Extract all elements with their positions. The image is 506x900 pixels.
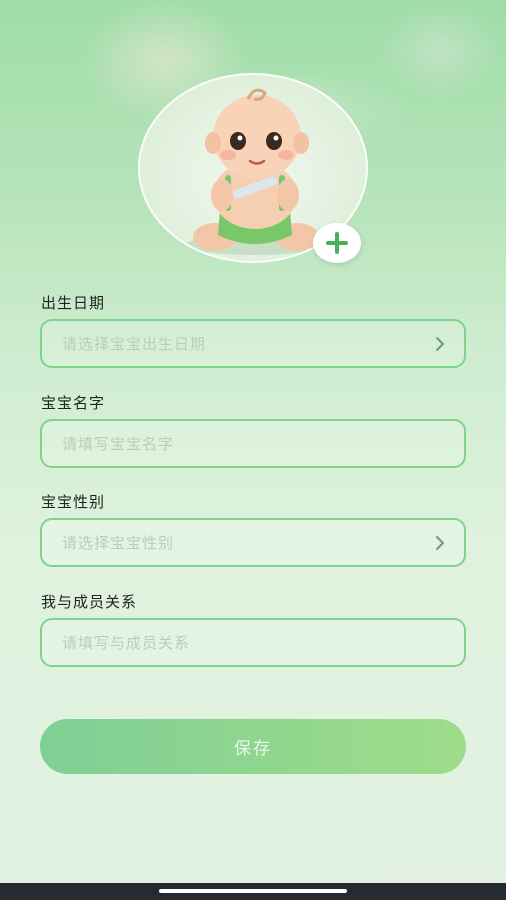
birth-date-input[interactable] <box>62 334 434 353</box>
plus-icon <box>326 232 348 254</box>
birth-date-field[interactable] <box>40 319 466 368</box>
save-button[interactable]: 保存 <box>40 719 466 774</box>
home-indicator[interactable] <box>159 889 347 893</box>
baby-name-field[interactable] <box>40 419 466 468</box>
chevron-right-icon <box>436 535 444 550</box>
chevron-right-icon <box>436 336 444 351</box>
baby-gender-label: 宝宝性别 <box>41 493 106 511</box>
baby-name-label: 宝宝名字 <box>41 394 106 412</box>
relationship-label: 我与成员关系 <box>41 593 138 611</box>
baby-gender-input[interactable] <box>62 533 434 552</box>
relationship-field[interactable] <box>40 618 466 667</box>
avatar-section <box>138 73 368 263</box>
relationship-input[interactable] <box>62 633 446 652</box>
baby-gender-field[interactable] <box>40 518 466 567</box>
birth-date-label: 出生日期 <box>41 294 106 312</box>
add-photo-button[interactable] <box>313 223 361 263</box>
baby-name-input[interactable] <box>62 434 446 453</box>
